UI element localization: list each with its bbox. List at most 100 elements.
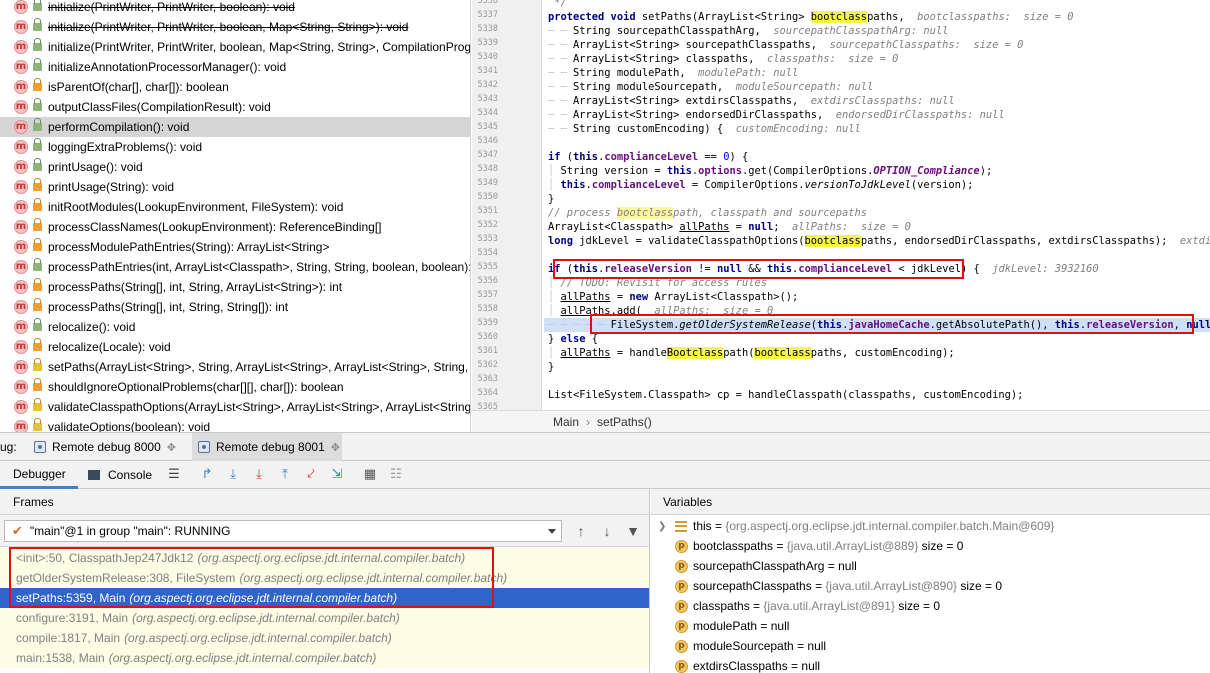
structure-item[interactable]: m initialize(PrintWriter, PrintWriter, b… [0,0,470,17]
code-line: ─ ─ ArrayList<String> classpaths, classp… [548,53,899,65]
tab-debugger[interactable]: Debugger [0,461,78,489]
tab-remote-debug-8000[interactable]: Remote debug 8000 ✥ [34,433,184,461]
unlock-icon [33,18,42,31]
structure-item[interactable]: m loggingExtraProblems(): void [0,137,470,157]
method-icon: m [14,400,28,414]
breadcrumb-method[interactable]: setPaths() [597,415,652,429]
frame-row[interactable]: getOlderSystemRelease:308, FileSystem (o… [0,568,649,588]
variable-row[interactable]: p modulePath = null [651,616,1210,636]
line-number: 5363 [477,374,498,384]
tab-label: Remote debug 8001 [216,440,325,454]
lock-icon [33,178,42,191]
structure-item[interactable]: m printUsage(String): void [0,177,470,197]
tab-remote-debug-8001[interactable]: Remote debug 8001 ✥ [192,433,342,461]
structure-item-selected[interactable]: m performCompilation(): void [0,117,470,137]
variable-row[interactable]: p extdirsClasspaths = null [651,656,1210,673]
filter-icon[interactable]: ▼ [625,523,641,539]
editor-gutter[interactable]: 5336 5337 5338 5339 5340 5341 5342 5343 … [472,0,542,412]
show-execution-point-icon[interactable]: ↱ [199,467,215,483]
code-line: ArrayList<Classpath> allPaths = null; al… [548,221,911,233]
structure-item[interactable]: m outputClassFiles(CompilationResult): v… [0,97,470,117]
variable-eq: = [711,519,726,533]
menu-icon[interactable]: ☰ [166,467,182,483]
variable-value: {org.aspectj.org.eclipse.jdt.internal.co… [725,519,1055,533]
drop-frame-icon[interactable]: ⤦ [303,467,319,483]
tab-console[interactable]: Console [88,461,160,489]
method-icon: m [14,40,28,54]
run-to-cursor-icon[interactable]: ⇲ [329,467,345,483]
variable-row[interactable]: p sourcepathClasspathArg = null [651,556,1210,576]
variable-row[interactable]: ❯ this = {org.aspectj.org.eclipse.jdt.in… [651,516,1210,536]
trace-icon[interactable]: ☷ [388,467,404,483]
structure-item[interactable]: m validateClasspathOptions(ArrayList<Str… [0,397,470,417]
code-line: │ // TODO: Revisit for access rules [548,277,767,289]
line-number: 5356 [477,276,498,286]
parameter-icon: p [675,619,688,633]
thread-selector[interactable]: ✔ "main"@1 in group "main": RUNNING [4,520,562,542]
editor-breadcrumb: Main › setPaths() [472,410,1210,432]
evaluate-expression-icon[interactable]: ▦ [362,467,378,483]
frame-row[interactable]: configure:3191, Main (org.aspectj.org.ec… [0,608,649,628]
unlock-icon [33,258,42,271]
line-number: 5361 [477,346,498,356]
line-number: 5341 [477,66,498,76]
frame-up-icon[interactable]: ↑ [573,523,589,539]
structure-item[interactable]: m isParentOf(char[], char[]): boolean [0,77,470,97]
step-out-icon[interactable]: ⤒ [277,467,293,483]
code-line: ─ ─ String customEncoding) { customEncod… [548,123,861,135]
frame-method: <init>:50, ClasspathJep247Jdk12 [16,551,194,565]
variable-name: bootclasspaths [693,539,774,553]
variable-name: extdirsClasspaths [693,659,788,673]
pin-icon[interactable]: ✥ [331,441,340,454]
step-over-icon[interactable]: ⤓ [225,467,241,483]
structure-item[interactable]: m validateOptions(boolean): void [0,417,470,432]
structure-item[interactable]: m processModulePathEntries(String): Arra… [0,237,470,257]
structure-panel: m initialize(PrintWriter, PrintWriter, b… [0,0,471,432]
variable-row[interactable]: p bootclasspaths = {java.util.ArrayList@… [651,536,1210,556]
line-number: 5358 [477,304,498,314]
structure-item-label: loggingExtraProblems(): void [48,140,203,154]
debug-session-icon [34,441,46,453]
frame-row[interactable]: compile:1817, Main (org.aspectj.org.ecli… [0,628,649,648]
pin-icon[interactable]: ✥ [167,441,176,454]
breadcrumb-class[interactable]: Main [553,415,579,429]
current-execution-line: ─ ─ ─ ─ ─ FileSystem.getOlderSystemRelea… [544,318,1210,332]
structure-item[interactable]: m shouldIgnoreOptionalProblems(char[][],… [0,377,470,397]
unlock-icon [33,98,42,111]
line-number: 5346 [477,136,498,146]
variable-eq: = [811,579,826,593]
chevron-right-icon[interactable]: ❯ [658,521,666,532]
code-line: List<FileSystem.Classpath> cp = handleCl… [548,389,1024,401]
variables-list: ❯ this = {org.aspectj.org.eclipse.jdt.in… [651,515,1210,673]
variable-row[interactable]: p classpaths = {java.util.ArrayList@891}… [651,596,1210,616]
variable-name: sourcepathClasspaths [693,579,812,593]
variable-row[interactable]: p moduleSourcepath = null [651,636,1210,656]
code-line: if (this.releaseVersion != null && this.… [548,263,1099,275]
structure-item[interactable]: m initialize(PrintWriter, PrintWriter, b… [0,17,470,37]
line-number: 5343 [477,94,498,104]
structure-item[interactable]: m initializeAnnotationProcessorManager()… [0,57,470,77]
variable-name: sourcepathClasspathArg [693,559,825,573]
frame-method: compile:1817, Main [16,631,121,645]
structure-item[interactable]: m printUsage(): void [0,157,470,177]
structure-item[interactable]: m initRootModules(LookupEnvironment, Fil… [0,197,470,217]
structure-item[interactable]: m processPathEntries(int, ArrayList<Clas… [0,257,470,277]
code-line: } [548,193,555,205]
structure-item[interactable]: m relocalize(Locale): void [0,337,470,357]
structure-item[interactable]: m setPaths(ArrayList<String>, String, Ar… [0,357,470,377]
frame-row[interactable]: main:1538, Main (org.aspectj.org.eclipse… [0,648,649,668]
variable-eq: = [793,639,808,653]
step-into-icon[interactable]: ⤓ [251,467,267,483]
frame-package: (org.aspectj.org.eclipse.jdt.internal.co… [132,611,400,625]
frame-row-selected[interactable]: setPaths:5359, Main (org.aspectj.org.ecl… [0,588,649,608]
variable-row[interactable]: p sourcepathClasspaths = {java.util.Arra… [651,576,1210,596]
structure-item[interactable]: m processPaths(String[], int, String, St… [0,297,470,317]
structure-item[interactable]: m initialize(PrintWriter, PrintWriter, b… [0,37,470,57]
frame-row[interactable]: <init>:50, ClasspathJep247Jdk12 (org.asp… [0,548,649,568]
structure-item[interactable]: m relocalize(): void [0,317,470,337]
structure-item[interactable]: m processClassNames(LookupEnvironment): … [0,217,470,237]
line-number: 5360 [477,332,498,342]
code-editor[interactable]: 5336 5337 5338 5339 5340 5341 5342 5343 … [472,0,1210,432]
structure-item[interactable]: m processPaths(String[], int, String, Ar… [0,277,470,297]
frame-down-icon[interactable]: ↓ [599,523,615,539]
